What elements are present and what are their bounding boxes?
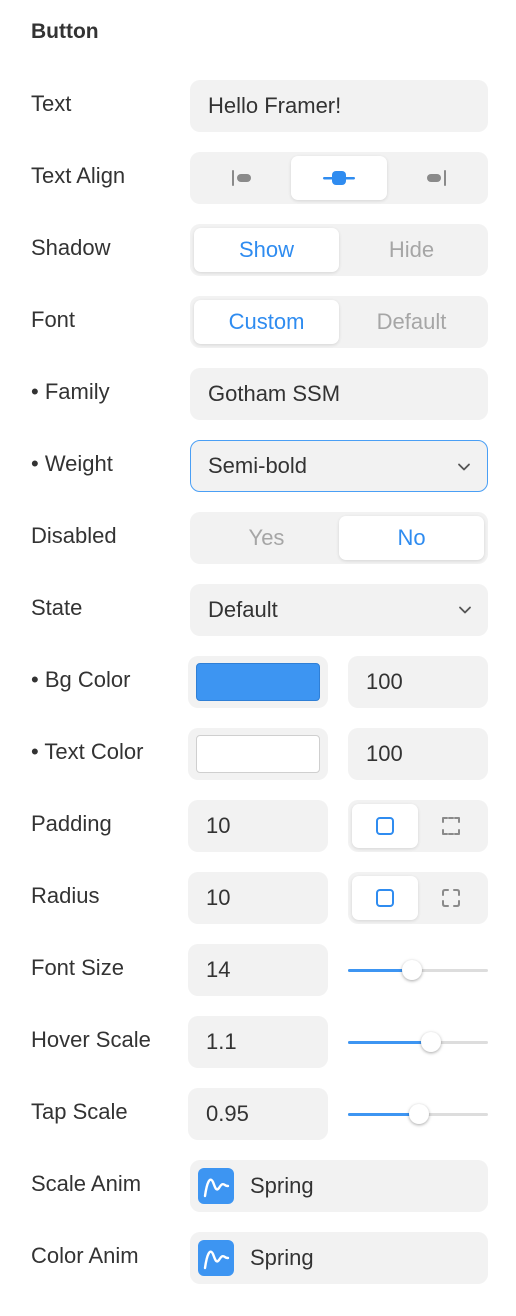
family-input[interactable]: Gotham SSM: [190, 368, 488, 420]
disabled-label: Disabled: [31, 523, 117, 548]
weight-value: Semi-bold: [208, 453, 308, 478]
slider-knob[interactable]: [402, 960, 423, 980]
padding-input[interactable]: 10: [188, 800, 328, 852]
spring-curve-icon: [198, 1168, 234, 1204]
chevron-down-icon: [459, 606, 471, 614]
padding-uniform-option[interactable]: [352, 804, 418, 848]
bg-color-swatch-button[interactable]: [188, 656, 328, 708]
scale-anim-picker[interactable]: Spring: [190, 1160, 488, 1212]
radius-input[interactable]: 10: [188, 872, 328, 924]
text-color-row: • Text Color 100: [0, 728, 516, 780]
dashed-square-icon: [442, 817, 460, 835]
weight-row: • Weight Semi-bold: [0, 440, 516, 492]
text-color-swatch-button[interactable]: [188, 728, 328, 780]
font-custom-option[interactable]: Custom: [194, 300, 339, 344]
align-left-option[interactable]: [194, 156, 291, 200]
font-segmented-control[interactable]: Custom Default: [190, 296, 488, 348]
section-title: Button: [31, 20, 99, 43]
padding-mode-toggle[interactable]: [348, 800, 488, 852]
color-anim-label: Color Anim: [31, 1243, 139, 1268]
align-center-icon: [323, 171, 355, 185]
padding-label: Padding: [31, 811, 112, 836]
state-label: State: [31, 595, 83, 620]
scale-anim-label: Scale Anim: [31, 1171, 142, 1196]
shadow-row: Shadow Show Hide: [0, 224, 516, 276]
tap-scale-slider[interactable]: [348, 1088, 488, 1140]
bg-color-label: • Bg Color: [31, 667, 131, 692]
tap-scale-input[interactable]: 0.95: [188, 1088, 328, 1140]
bg-opacity-input[interactable]: 100: [348, 656, 488, 708]
slider-knob[interactable]: [420, 1032, 441, 1052]
text-opacity-input[interactable]: 100: [348, 728, 488, 780]
scale-anim-row: Scale Anim Spring: [0, 1160, 516, 1212]
shadow-label: Shadow: [31, 235, 111, 260]
text-input[interactable]: Hello Framer!: [190, 80, 488, 132]
corners-icon: [442, 889, 460, 907]
font-size-input[interactable]: 14: [188, 944, 328, 996]
radius-individual-option[interactable]: [418, 876, 484, 920]
padding-row: Padding 10: [0, 800, 516, 852]
text-align-segmented-control[interactable]: [190, 152, 488, 204]
shadow-hide-option[interactable]: Hide: [339, 228, 484, 272]
family-label: • Family: [31, 379, 110, 404]
radius-mode-toggle[interactable]: [348, 872, 488, 924]
scale-anim-value: Spring: [250, 1173, 314, 1198]
color-anim-value: Spring: [250, 1245, 314, 1270]
align-center-option[interactable]: [290, 156, 388, 200]
shadow-segmented-control[interactable]: Show Hide: [190, 224, 488, 276]
text-row: Text Hello Framer!: [0, 80, 516, 132]
disabled-no-option[interactable]: No: [339, 516, 484, 560]
align-right-icon: [426, 170, 446, 186]
text-align-row: Text Align: [0, 152, 516, 204]
hover-scale-input[interactable]: 1.1: [188, 1016, 328, 1068]
spring-curve-icon: [198, 1240, 234, 1276]
slider-knob[interactable]: [409, 1104, 430, 1124]
font-size-slider[interactable]: [348, 944, 488, 996]
radius-row: Radius 10: [0, 872, 516, 924]
hover-scale-row: Hover Scale 1.1: [0, 1016, 516, 1068]
bg-color-row: • Bg Color 100: [0, 656, 516, 708]
family-row: • Family Gotham SSM: [0, 368, 516, 420]
font-label: Font: [31, 307, 76, 332]
font-size-label: Font Size: [31, 955, 124, 980]
square-icon: [376, 889, 394, 907]
tap-scale-label: Tap Scale: [31, 1099, 128, 1124]
text-color-label: • Text Color: [31, 739, 144, 764]
tap-scale-row: Tap Scale 0.95: [0, 1088, 516, 1140]
chevron-down-icon: [458, 463, 470, 471]
slider-fill: [348, 1041, 431, 1044]
align-left-icon: [232, 170, 252, 186]
radius-label: Radius: [31, 883, 100, 908]
weight-select[interactable]: Semi-bold: [190, 440, 488, 492]
state-row: State Default: [0, 584, 516, 636]
align-right-option[interactable]: [387, 156, 484, 200]
font-default-option[interactable]: Default: [339, 300, 484, 344]
text-label: Text: [31, 91, 72, 116]
text-align-label: Text Align: [31, 163, 126, 188]
bg-color-swatch: [196, 663, 320, 701]
state-select[interactable]: Default: [190, 584, 488, 636]
disabled-row: Disabled Yes No: [0, 512, 516, 564]
font-size-row: Font Size 14: [0, 944, 516, 996]
disabled-segmented-control[interactable]: Yes No: [190, 512, 488, 564]
weight-label: • Weight: [31, 451, 113, 476]
color-anim-row: Color Anim Spring: [0, 1232, 516, 1284]
text-color-swatch: [196, 735, 320, 773]
shadow-show-option[interactable]: Show: [194, 228, 339, 272]
hover-scale-slider[interactable]: [348, 1016, 488, 1068]
square-icon: [376, 817, 394, 835]
disabled-yes-option[interactable]: Yes: [194, 516, 339, 560]
radius-uniform-option[interactable]: [352, 876, 418, 920]
font-row: Font Custom Default: [0, 296, 516, 348]
padding-individual-option[interactable]: [418, 804, 484, 848]
hover-scale-label: Hover Scale: [31, 1027, 151, 1052]
state-value: Default: [208, 597, 278, 622]
color-anim-picker[interactable]: Spring: [190, 1232, 488, 1284]
